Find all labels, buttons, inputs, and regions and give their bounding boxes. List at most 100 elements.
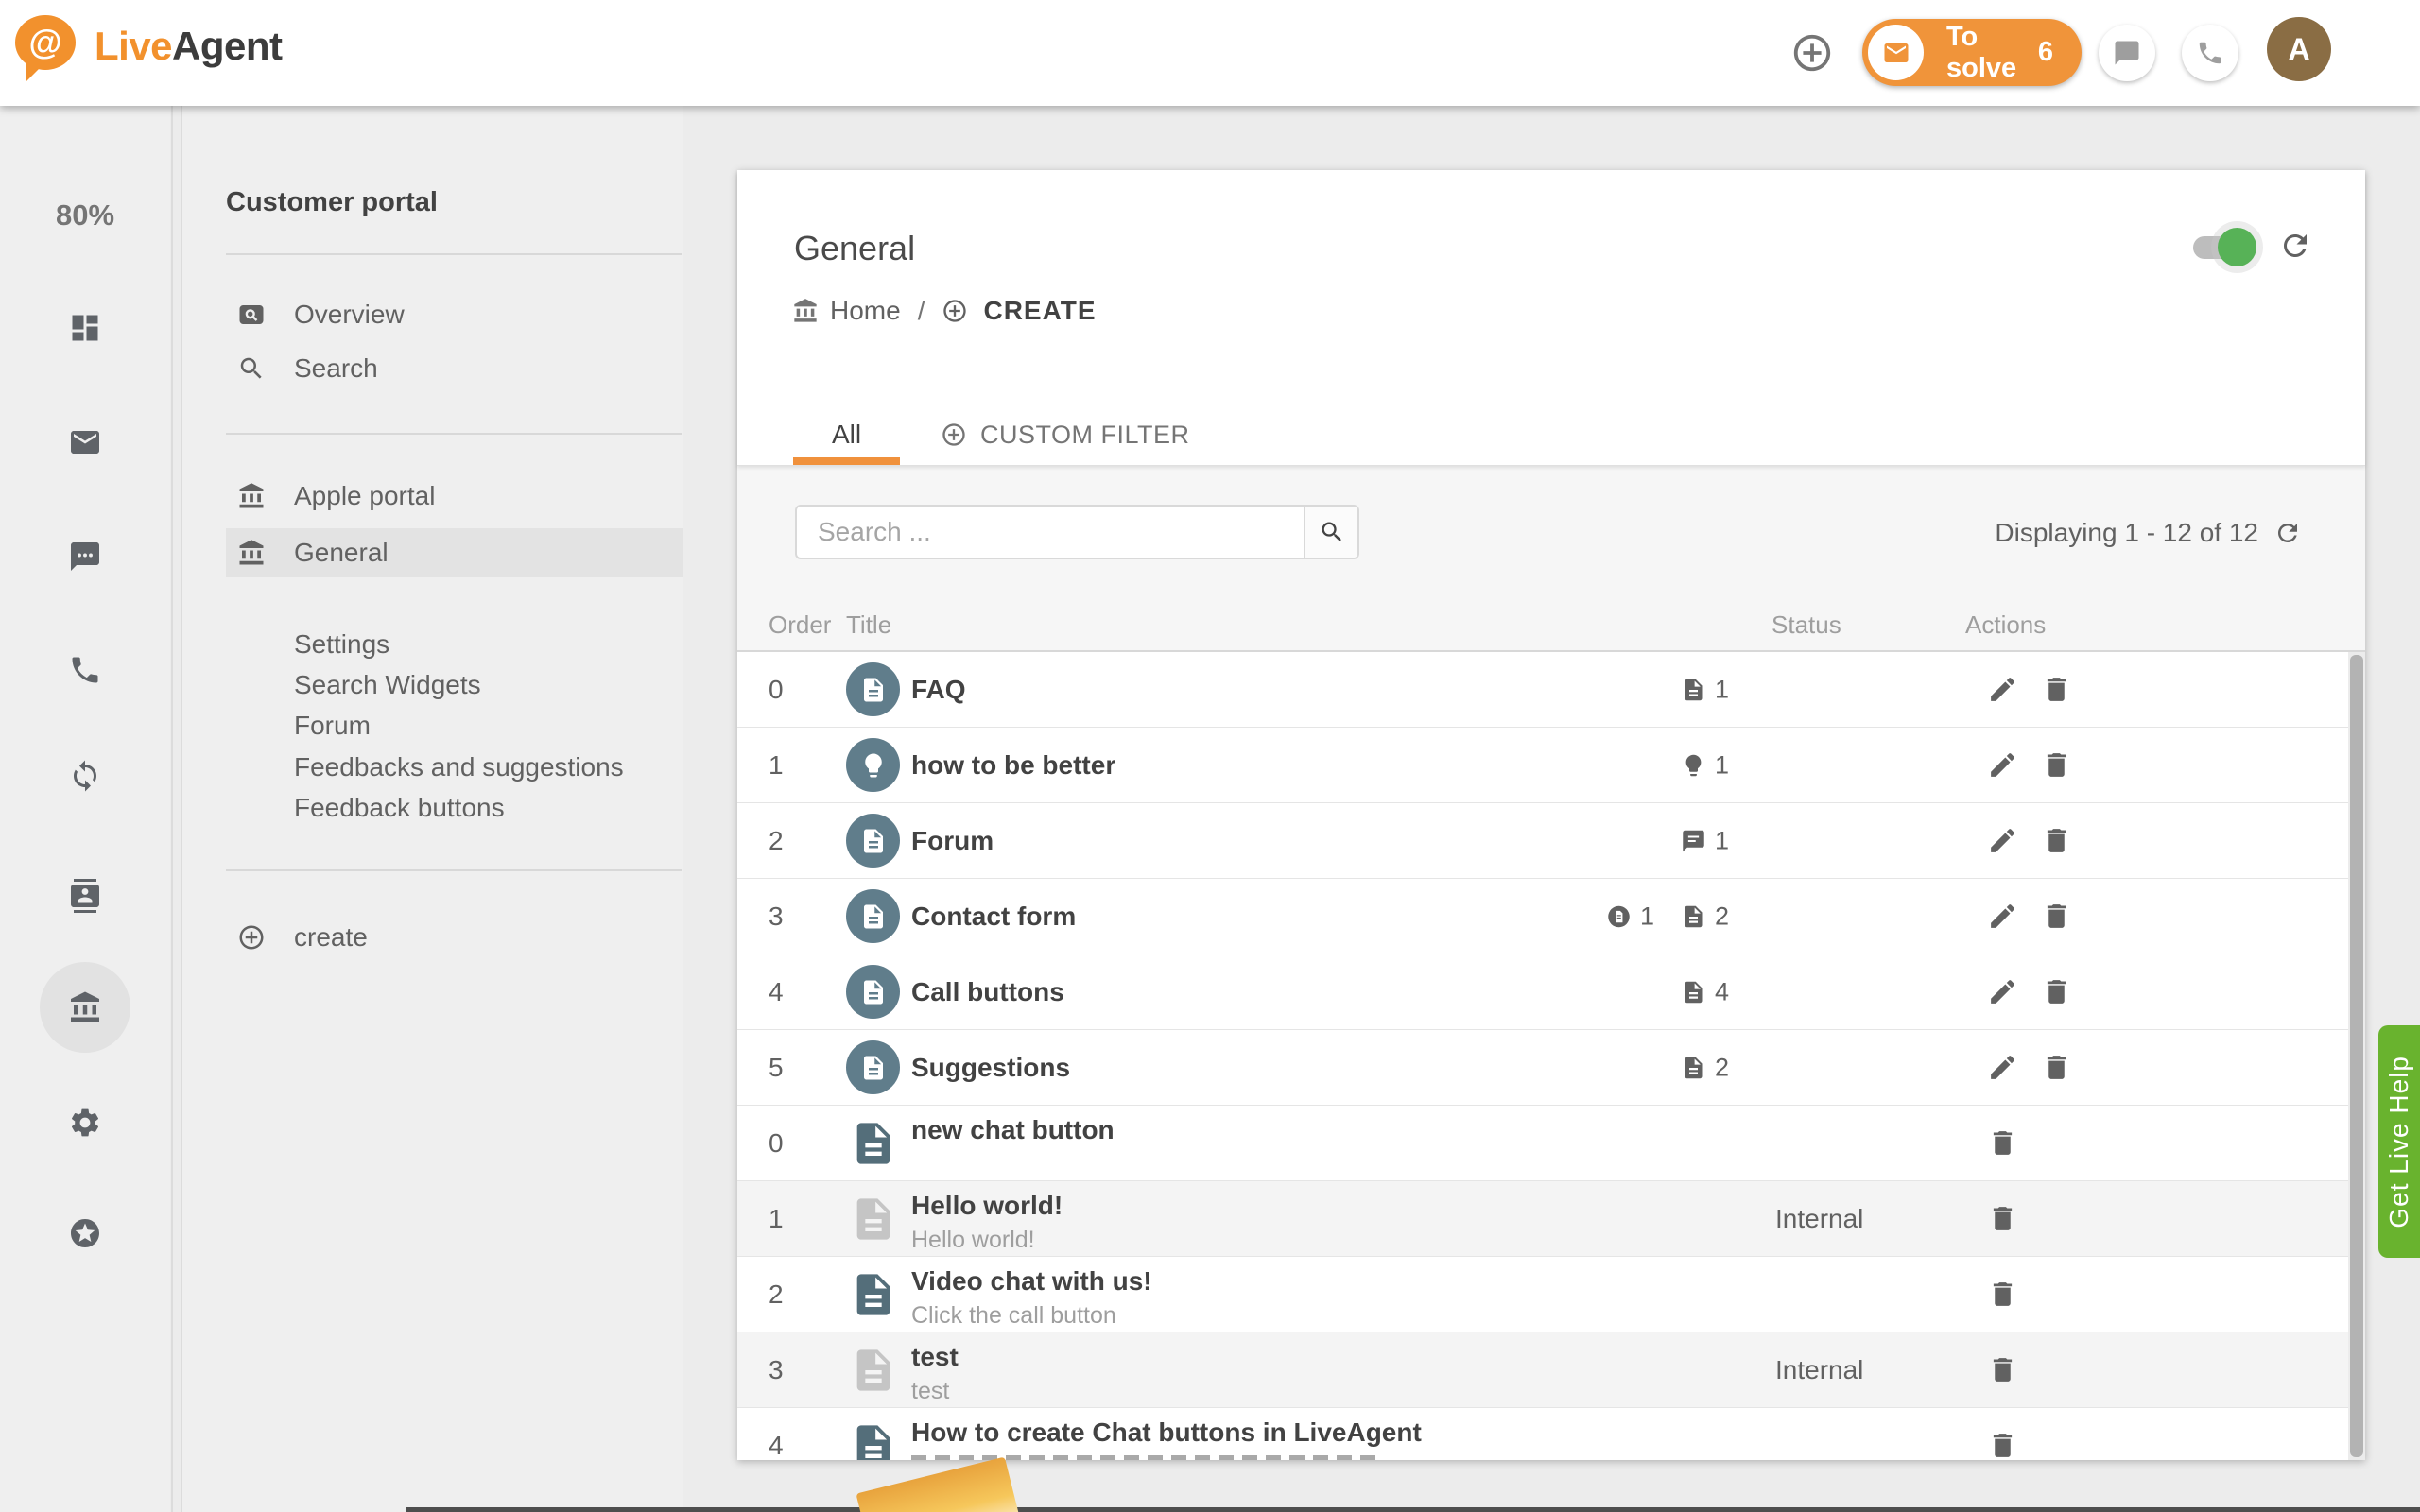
row-order: 2 [769,1280,846,1310]
delete-icon[interactable] [1987,1279,2018,1310]
table-row[interactable]: 0 new chat button [737,1106,2365,1181]
sidebar-item-apple-portal[interactable]: Apple portal [226,472,683,521]
calls-button[interactable] [2182,25,2238,81]
table-row[interactable]: 1 how to be better 1 [737,728,2365,803]
breadcrumb-create[interactable]: CREATE [983,296,1096,326]
sidebar-item-search[interactable]: Search [226,344,683,393]
sidebar-item-feedback-buttons[interactable]: Feedback buttons [294,783,683,833]
edit-icon[interactable] [1987,825,2018,856]
liveagent-logo[interactable]: @ LiveAgent [15,15,283,77]
sidebar-item-overview[interactable]: Overview [226,290,683,339]
search-input[interactable] [797,507,1304,558]
portal-enabled-toggle[interactable] [2193,236,2252,259]
delete-icon[interactable] [1987,1127,2018,1159]
calls-icon[interactable] [68,653,102,687]
table-row[interactable]: 3 test test Internal [737,1332,2365,1408]
row-title: how to be better [911,749,1115,782]
search-submit-button[interactable] [1304,507,1357,558]
row-title: Video chat with us! [911,1265,1152,1297]
count-badge: 4 [1681,977,1729,1006]
delete-icon[interactable] [2041,1052,2072,1083]
contacts-icon[interactable] [68,879,102,913]
rail-divider [171,106,173,1512]
customer-portal-icon[interactable] [68,990,102,1024]
to-solve-label: To solve [1946,22,2038,84]
badges: 4 [1681,977,1729,1006]
starred-icon[interactable] [68,1216,102,1250]
get-live-help-tab[interactable]: Get Live Help [2378,1025,2420,1258]
document-icon [846,1181,900,1256]
tab-custom-filter[interactable]: CUSTOM FILTER [941,421,1190,450]
divider [226,253,682,255]
document-icon [846,1332,900,1407]
usage-percent: 80% [0,198,170,232]
table-row[interactable]: 4 Call buttons 4 [737,954,2365,1030]
row-status: Internal [1772,1204,1965,1234]
row-title: new chat button [911,1114,1115,1146]
table-row[interactable]: 2 Video chat with us! Click the call but… [737,1257,2365,1332]
column-status: Status [1772,610,1965,640]
chats-icon[interactable] [68,540,102,574]
delete-icon[interactable] [1987,1354,2018,1385]
row-subtitle: test [911,1377,959,1406]
article-type-icon [846,1040,900,1094]
plus-circle-icon [941,421,967,448]
edit-icon[interactable] [1987,674,2018,705]
table-row[interactable]: 1 Hello world! Hello world! Internal [737,1181,2365,1257]
delete-icon[interactable] [2041,749,2072,781]
refresh-icon[interactable] [2278,229,2312,263]
reload-list-icon[interactable] [2273,519,2302,547]
table-row[interactable]: 3 Contact form 1 2 [737,879,2365,954]
edit-icon[interactable] [1987,976,2018,1007]
delete-icon[interactable] [2041,901,2072,932]
delete-icon[interactable] [2041,976,2072,1007]
count-badge: 1 [1681,675,1729,704]
chats-button[interactable] [2099,25,2155,81]
search-icon [237,354,266,383]
chat-icon [2113,39,2141,67]
table-row[interactable]: 0 FAQ 1 [737,652,2365,728]
delete-icon[interactable] [1987,1203,2018,1234]
overview-icon [237,301,266,329]
bottom-edge-strip [406,1507,2420,1512]
count-badge: 1 [1606,902,1654,931]
settings-icon[interactable] [68,1106,102,1140]
portal-icon [237,539,266,567]
row-title: Suggestions [911,1052,1070,1084]
table-row[interactable]: 5 Suggestions 2 [737,1030,2365,1106]
automation-icon[interactable] [68,759,102,793]
logo-bubble-icon: @ [15,15,79,77]
avatar[interactable]: A [2267,17,2331,81]
table-row[interactable]: 2 Forum 1 [737,803,2365,879]
phone-icon [2196,39,2224,67]
row-order: 3 [769,902,846,932]
brand-text: LiveAgent [95,24,283,69]
edit-icon[interactable] [1987,749,2018,781]
row-title: Hello world! [911,1190,1063,1222]
scrollbar-thumb[interactable] [2350,655,2363,1457]
search-box [795,505,1359,559]
table-row[interactable]: 4 How to create Chat buttons in LiveAgen… [737,1408,2365,1460]
article-type-icon [846,889,900,943]
to-solve-button[interactable]: To solve 6 [1862,19,2082,86]
breadcrumb-home[interactable]: Home [830,296,901,326]
sidebar-item-create[interactable]: create [226,913,683,962]
add-new-icon[interactable] [1790,31,1834,75]
pencil-illustration [856,1457,1021,1512]
delete-icon[interactable] [2041,825,2072,856]
tickets-icon[interactable] [68,425,102,459]
row-title: How to create Chat buttons in LiveAgent [911,1417,1422,1449]
dashboard-icon[interactable] [68,311,102,345]
edit-icon[interactable] [1987,1052,2018,1083]
edit-icon[interactable] [1987,901,2018,932]
breadcrumb: Home / CREATE [792,291,1097,331]
sidebar-item-general[interactable]: General [226,528,683,577]
count-badge: 1 [1681,750,1729,780]
vertical-scrollbar[interactable] [2348,652,2365,1460]
row-order: 2 [769,826,846,856]
general-portal-card: General Home / CREATE All CUSTOM FILTER … [737,170,2365,1460]
tab-all[interactable]: All [793,420,900,450]
row-title: test [911,1341,959,1373]
delete-icon[interactable] [1987,1430,2018,1460]
delete-icon[interactable] [2041,674,2072,705]
